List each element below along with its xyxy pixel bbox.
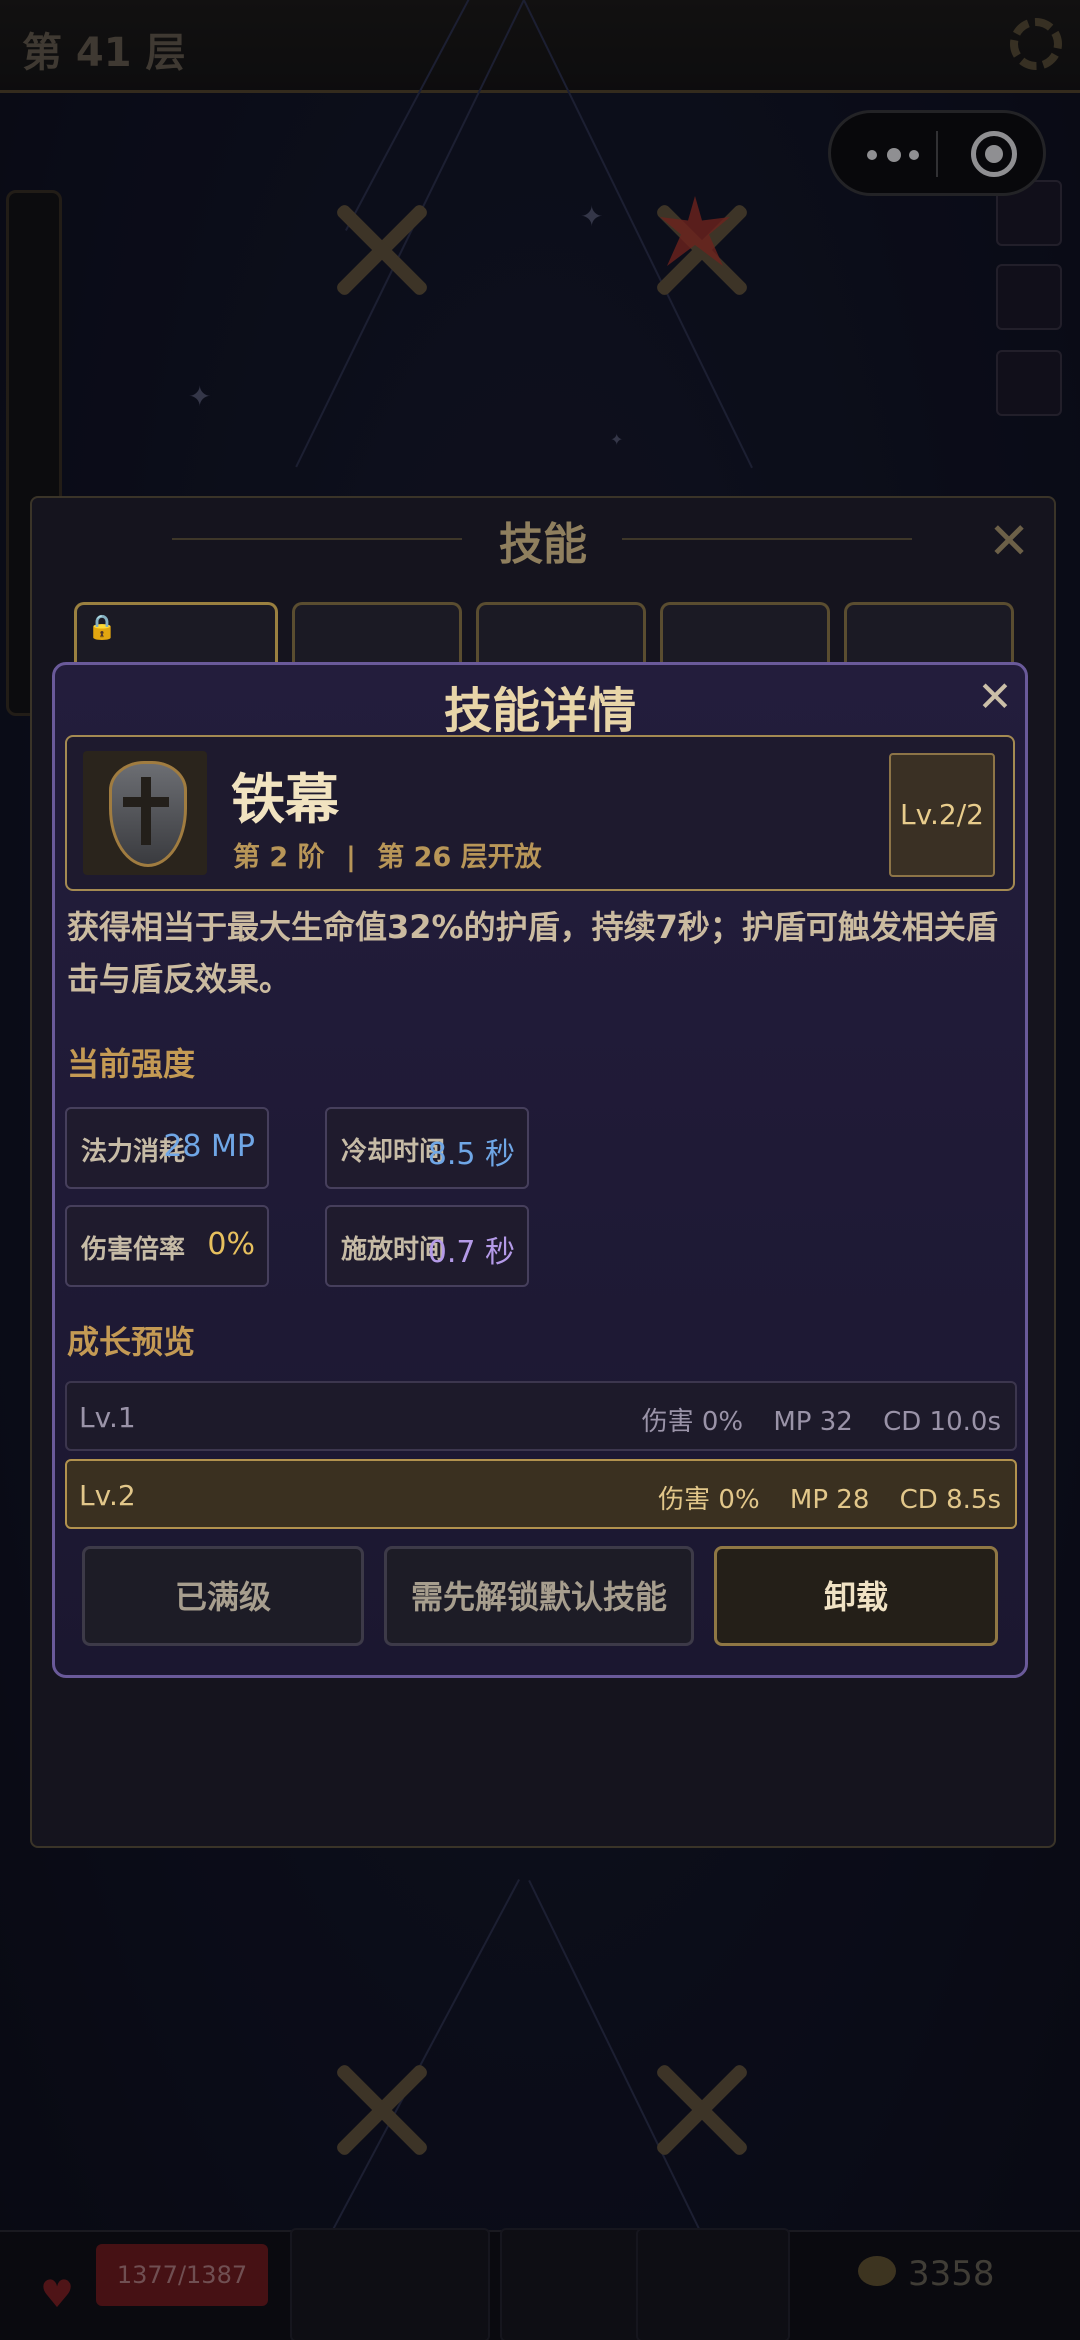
meta-separator: | [346, 842, 356, 873]
growth-mp: MP 28 [789, 1485, 870, 1515]
growth-damage: 伤害 0% [641, 1407, 744, 1437]
modal-title: 技能详情 [443, 683, 636, 739]
growth-row-lv2: Lv.2 伤害 0% MP 28 CD 8.5s [65, 1459, 1017, 1529]
skill-description: 获得相当于最大生命值32%的护盾，持续7秒；护盾可触发相关盾击与盾反效果。 [67, 908, 998, 998]
skill-panel-title: 技能 [499, 519, 587, 570]
stat-damage-ratio: 伤害倍率 0% [65, 1205, 269, 1287]
close-icon[interactable]: ✕ [988, 512, 1030, 570]
growth-mp: MP 32 [773, 1407, 853, 1437]
skill-name: 铁幕 [231, 768, 339, 831]
stat-value: 8.5 秒 [427, 1137, 515, 1172]
stat-value: 0% [207, 1227, 255, 1262]
skill-tier: 第 2 阶 [233, 842, 325, 873]
growth-row-lv1: Lv.1 伤害 0% MP 32 CD 10.0s [65, 1381, 1017, 1451]
skill-unlock-floor: 第 26 层开放 [377, 842, 542, 873]
growth-level: Lv.2 [79, 1479, 136, 1512]
unequip-button[interactable]: 卸载 [714, 1546, 998, 1646]
skill-detail-modal: 技能详情 ✕ 铁幕 第 2 阶 | 第 26 层开放 Lv.2/2 获得相当于最… [52, 662, 1028, 1678]
growth-damage: 伤害 0% [658, 1485, 760, 1515]
skill-meta: 第 2 阶 | 第 26 层开放 [233, 835, 542, 874]
maxed-button[interactable]: 已满级 [82, 1546, 364, 1646]
stat-cooldown: 冷却时间 8.5 秒 [325, 1107, 529, 1189]
growth-level: Lv.1 [79, 1401, 136, 1434]
close-icon[interactable]: ✕ [973, 675, 1017, 719]
growth-cd: CD 8.5s [899, 1485, 1001, 1515]
skill-level-badge: Lv.2/2 [889, 753, 995, 877]
tower-shield-icon [83, 751, 207, 875]
growth-cd: CD 10.0s [883, 1407, 1001, 1437]
lock-icon: 🔒 [87, 613, 117, 641]
stat-mana-cost: 法力消耗 28 MP [65, 1107, 269, 1189]
stat-value: 28 MP [163, 1129, 255, 1164]
stat-value: 0.7 秒 [427, 1235, 515, 1270]
growth-stats: 伤害 0% MP 32 CD 10.0s [620, 1401, 1001, 1438]
current-strength-heading: 当前强度 [67, 1045, 196, 1083]
growth-preview-heading: 成长预览 [67, 1323, 196, 1361]
skill-summary-card: 铁幕 第 2 阶 | 第 26 层开放 Lv.2/2 [65, 735, 1015, 891]
stat-cast-time: 施放时间 0.7 秒 [325, 1205, 529, 1287]
growth-stats: 伤害 0% MP 28 CD 8.5s [636, 1479, 1001, 1516]
stat-label: 伤害倍率 [81, 1235, 186, 1265]
unlock-default-skill-button[interactable]: 需先解锁默认技能 [384, 1546, 694, 1646]
